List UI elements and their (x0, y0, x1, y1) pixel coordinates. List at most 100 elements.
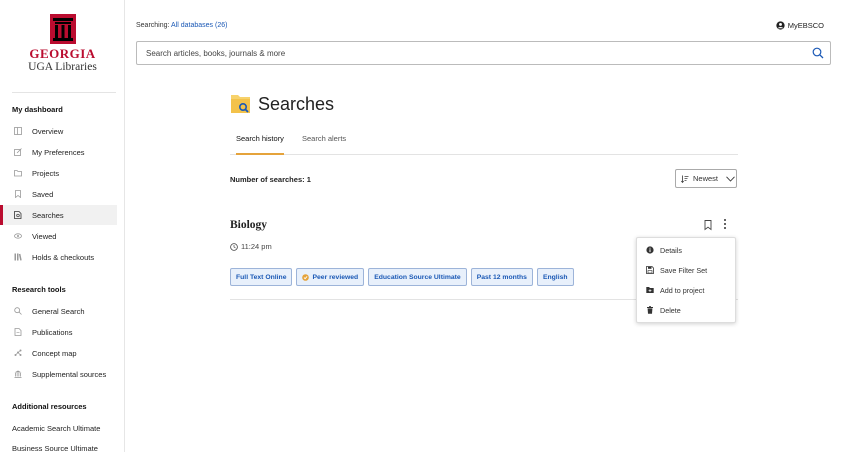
sidebar-item-label: Overview (32, 126, 64, 136)
sidebar-item-projects[interactable]: Projects (0, 163, 117, 183)
sidebar-item-general-search[interactable]: General Search (0, 301, 117, 321)
searches-folder-icon (231, 95, 250, 113)
sidebar: GEORGIA UGA Libraries My dashboard Overv… (0, 0, 125, 452)
sidebar-item-label: My Preferences (32, 147, 85, 157)
concept-map-icon (14, 349, 22, 357)
filter-chip-label: Past 12 months (476, 273, 527, 281)
kebab-dot (724, 223, 726, 225)
filter-chip-label: Full Text Online (236, 273, 287, 281)
sort-value: Newest (693, 174, 719, 183)
filter-chip[interactable]: Full Text Online (230, 268, 293, 286)
clock-icon (230, 242, 238, 251)
books-icon (14, 253, 22, 261)
search-icon (14, 307, 22, 315)
filter-chip[interactable]: Peer reviewed (296, 268, 365, 286)
sidebar-item-label: Holds & checkouts (32, 252, 95, 262)
user-icon (776, 21, 785, 30)
sidebar-item-publications[interactable]: Publications (0, 322, 117, 342)
my-dashboard-heading: My dashboard (12, 105, 63, 114)
logo-subtitle: UGA Libraries (28, 61, 97, 73)
resource-link-business-source-ultimate[interactable]: Business Source Ultimate (12, 444, 98, 452)
searches-icon (14, 211, 22, 219)
filter-chip-label: Education Source Ultimate (374, 273, 461, 281)
document-icon (14, 328, 22, 336)
bookmark-icon (704, 220, 712, 231)
tab-search-history[interactable]: Search history (236, 134, 284, 155)
sidebar-item-label: Viewed (32, 231, 57, 241)
folder-icon (14, 169, 22, 177)
sidebar-item-supplemental-sources[interactable]: Supplemental sources (0, 364, 117, 384)
myebsco-account-button[interactable]: MyEBSCO (776, 21, 824, 30)
sidebar-item-searches[interactable]: Searches (0, 205, 117, 225)
menu-item-label: Save Filter Set (660, 265, 708, 275)
info-icon (646, 246, 654, 254)
menu-item-label: Add to project (660, 285, 705, 295)
options-menu: Details Save Filter Set Add to project D… (636, 237, 736, 323)
sidebar-item-label: Concept map (32, 348, 77, 358)
sidebar-item-label: Searches (32, 210, 64, 220)
filter-chip[interactable]: Education Source Ultimate (368, 268, 467, 286)
kebab-dot (724, 219, 726, 221)
sort-icon (681, 175, 689, 183)
menu-item-add-to-project[interactable]: Add to project (637, 280, 735, 300)
tab-bar: Search history Search alerts (230, 128, 738, 155)
preferences-icon (14, 148, 22, 156)
menu-item-label: Details (660, 245, 682, 255)
save-icon (646, 266, 654, 274)
trash-icon (646, 306, 654, 314)
additional-resources-heading: Additional resources (12, 402, 87, 411)
sidebar-item-overview[interactable]: Overview (0, 121, 117, 141)
filter-chip-label: English (542, 273, 568, 281)
kebab-dot (724, 227, 726, 229)
logo-name: GEORGIA (29, 46, 96, 61)
filter-chip-label: Peer reviewed (312, 273, 359, 281)
sidebar-item-holds[interactable]: Holds & checkouts (0, 247, 117, 267)
peer-reviewed-icon (302, 273, 310, 281)
research-tools-heading: Research tools (12, 285, 66, 294)
sidebar-item-saved[interactable]: Saved (0, 184, 117, 204)
library-icon (14, 370, 22, 378)
chevron-down-icon (726, 175, 735, 182)
overview-icon (14, 127, 22, 135)
result-time-value: 11:24 pm (241, 242, 272, 251)
sidebar-item-concept-map[interactable]: Concept map (0, 343, 117, 363)
tab-search-alerts[interactable]: Search alerts (302, 134, 346, 155)
filter-chips: Full Text Online Peer reviewed Education… (230, 268, 574, 286)
menu-item-label: Delete (660, 305, 681, 315)
sidebar-item-preferences[interactable]: My Preferences (0, 142, 117, 162)
eye-icon (14, 232, 22, 240)
bookmark-icon (14, 190, 22, 198)
uga-logo[interactable]: GEORGIA UGA Libraries (0, 14, 125, 74)
sidebar-item-label: Supplemental sources (32, 369, 107, 379)
result-time: 11:24 pm (230, 242, 272, 251)
search-bar (136, 41, 831, 65)
search-submit-button[interactable] (806, 42, 830, 64)
sidebar-item-viewed[interactable]: Viewed (0, 226, 117, 246)
sidebar-item-label: Saved (32, 189, 54, 199)
filter-chip[interactable]: English (536, 268, 574, 286)
myebsco-label: MyEBSCO (787, 21, 824, 30)
result-title[interactable]: Biology (230, 219, 267, 231)
more-options-button[interactable] (719, 215, 731, 233)
sidebar-item-label: General Search (32, 306, 85, 316)
resource-link-academic-search-ultimate[interactable]: Academic Search Ultimate (12, 424, 100, 433)
search-count: Number of searches: 1 (230, 175, 311, 184)
page-header: Searches (230, 93, 334, 115)
filter-chip[interactable]: Past 12 months (470, 268, 533, 286)
sidebar-item-label: Projects (32, 168, 60, 178)
sidebar-item-label: Publications (32, 327, 73, 337)
menu-item-delete[interactable]: Delete (637, 300, 735, 320)
page-title: Searches (258, 93, 335, 114)
folder-add-icon (646, 286, 654, 294)
search-input[interactable] (146, 48, 806, 58)
logo-divider (12, 92, 116, 93)
searching-label: Searching: (136, 22, 170, 29)
search-icon (812, 47, 824, 59)
databases-link[interactable]: All databases (26) (171, 22, 227, 29)
sort-dropdown[interactable]: Newest (675, 169, 737, 188)
menu-item-details[interactable]: Details (637, 240, 735, 260)
arch-logo-icon (49, 14, 76, 44)
menu-item-save-filter-set[interactable]: Save Filter Set (637, 260, 735, 280)
searching-databases: Searching: All databases (26) (136, 22, 227, 29)
bookmark-button[interactable] (702, 219, 714, 231)
